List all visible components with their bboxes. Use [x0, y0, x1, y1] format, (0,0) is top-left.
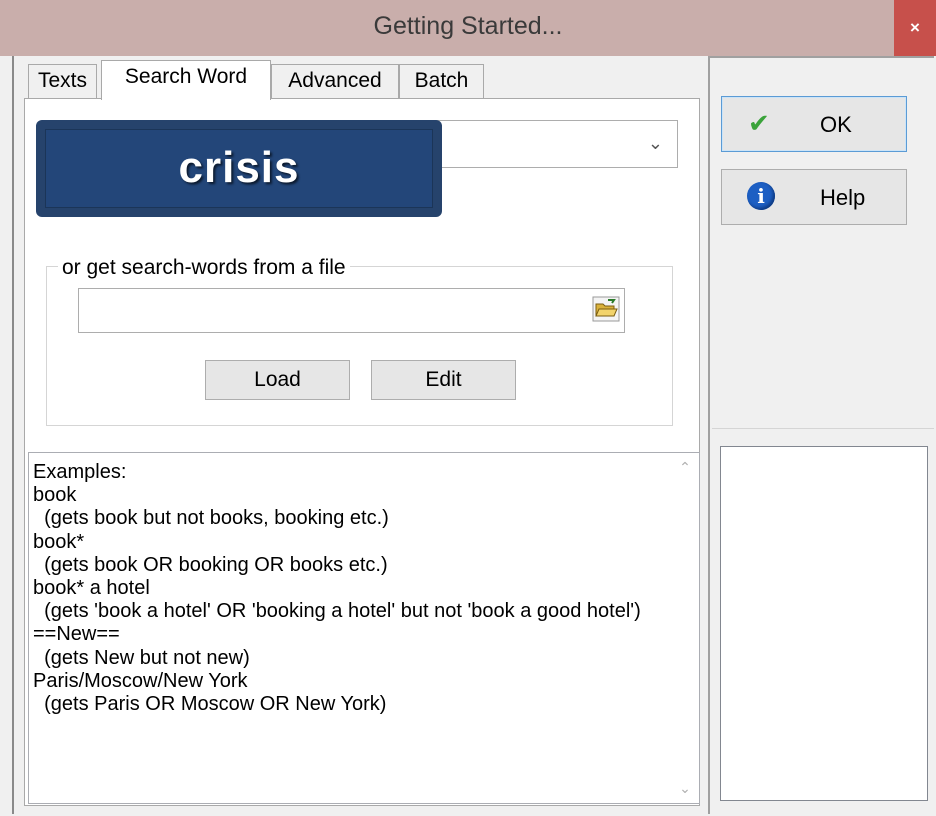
window-title: Getting Started...: [373, 12, 563, 40]
side-list-panel[interactable]: [720, 446, 928, 801]
load-button[interactable]: Load: [205, 360, 350, 400]
tab-search-word[interactable]: Search Word: [101, 60, 271, 100]
search-word-combobox[interactable]: ⌄: [408, 120, 678, 168]
scroll-up-icon[interactable]: ⌃: [671, 459, 699, 476]
close-button[interactable]: ×: [894, 0, 936, 56]
examples-scrollbar[interactable]: ⌃ ⌄: [671, 453, 699, 803]
tab-advanced[interactable]: Advanced: [271, 64, 399, 98]
checkmark-icon: ✔: [748, 108, 770, 138]
file-path-input[interactable]: [78, 288, 625, 333]
search-word-badge: crisis: [36, 120, 442, 217]
tab-batch[interactable]: Batch: [399, 64, 484, 98]
ok-button[interactable]: ✔ OK: [721, 96, 907, 152]
help-label: Help: [820, 185, 866, 210]
tab-texts[interactable]: Texts: [28, 64, 97, 98]
examples-textarea[interactable]: Examples: book (gets book but not books,…: [28, 452, 700, 804]
ok-label: OK: [820, 112, 852, 137]
examples-text: Examples: book (gets book but not books,…: [33, 461, 641, 716]
search-word-value: crisis: [45, 129, 433, 208]
edit-button[interactable]: Edit: [371, 360, 516, 400]
scroll-down-icon[interactable]: ⌄: [671, 780, 699, 797]
info-icon: i: [747, 182, 775, 210]
help-button[interactable]: i Help: [721, 169, 907, 225]
file-group-legend: or get search-words from a file: [58, 256, 350, 280]
folder-open-icon[interactable]: [592, 296, 620, 322]
chevron-down-icon[interactable]: ⌄: [648, 133, 663, 154]
title-bar: Getting Started... ×: [0, 0, 936, 56]
